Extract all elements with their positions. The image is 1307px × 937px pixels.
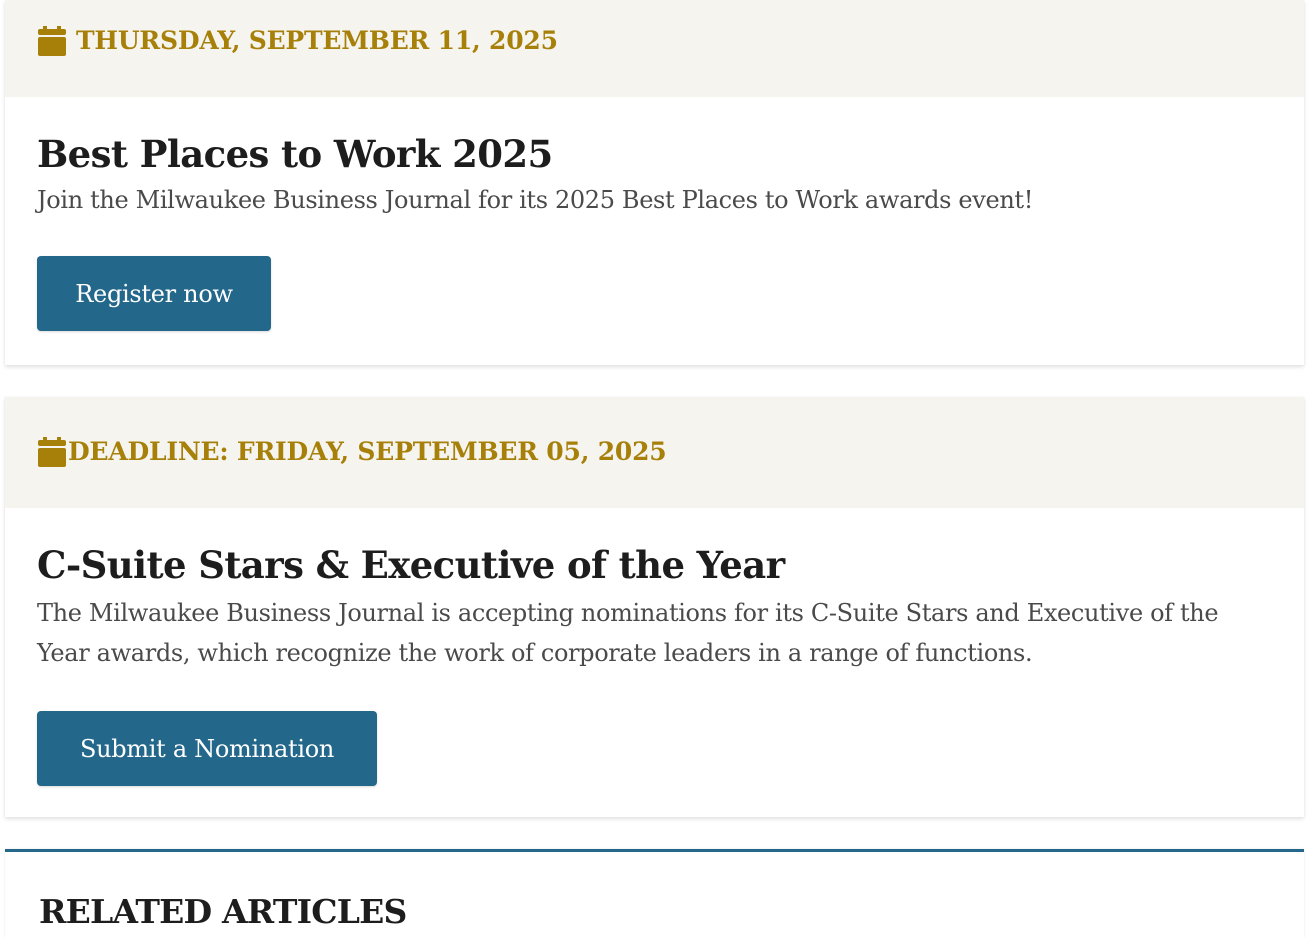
calendar-icon [38,436,66,467]
event-deadline: DEADLINE: FRIDAY, SEPTEMBER 05, 2025 [68,437,667,466]
event-card-best-places: THURSDAY, SEPTEMBER 11, 2025 Best Places… [5,0,1304,365]
calendar-icon [38,25,66,56]
event-body: C-Suite Stars & Executive of the Year Th… [5,508,1304,786]
related-articles-section: RELATED ARTICLES [5,849,1304,937]
related-articles-heading: RELATED ARTICLES [39,892,407,931]
event-card-c-suite-stars: DEADLINE: FRIDAY, SEPTEMBER 05, 2025 C-S… [5,397,1304,817]
register-now-button[interactable]: Register now [37,256,271,331]
event-date: THURSDAY, SEPTEMBER 11, 2025 [76,26,558,55]
page: THURSDAY, SEPTEMBER 11, 2025 Best Places… [0,0,1307,937]
event-title: C-Suite Stars & Executive of the Year [37,543,785,587]
event-body: Best Places to Work 2025 Join the Milwau… [5,97,1304,331]
submit-nomination-button[interactable]: Submit a Nomination [37,711,377,786]
event-description: Join the Milwaukee Business Journal for … [37,186,1034,214]
event-deadline-header: DEADLINE: FRIDAY, SEPTEMBER 05, 2025 [5,397,1304,508]
event-description: The Milwaukee Business Journal is accept… [37,599,1219,667]
event-title: Best Places to Work 2025 [37,132,553,176]
event-date-header: THURSDAY, SEPTEMBER 11, 2025 [5,0,1304,97]
